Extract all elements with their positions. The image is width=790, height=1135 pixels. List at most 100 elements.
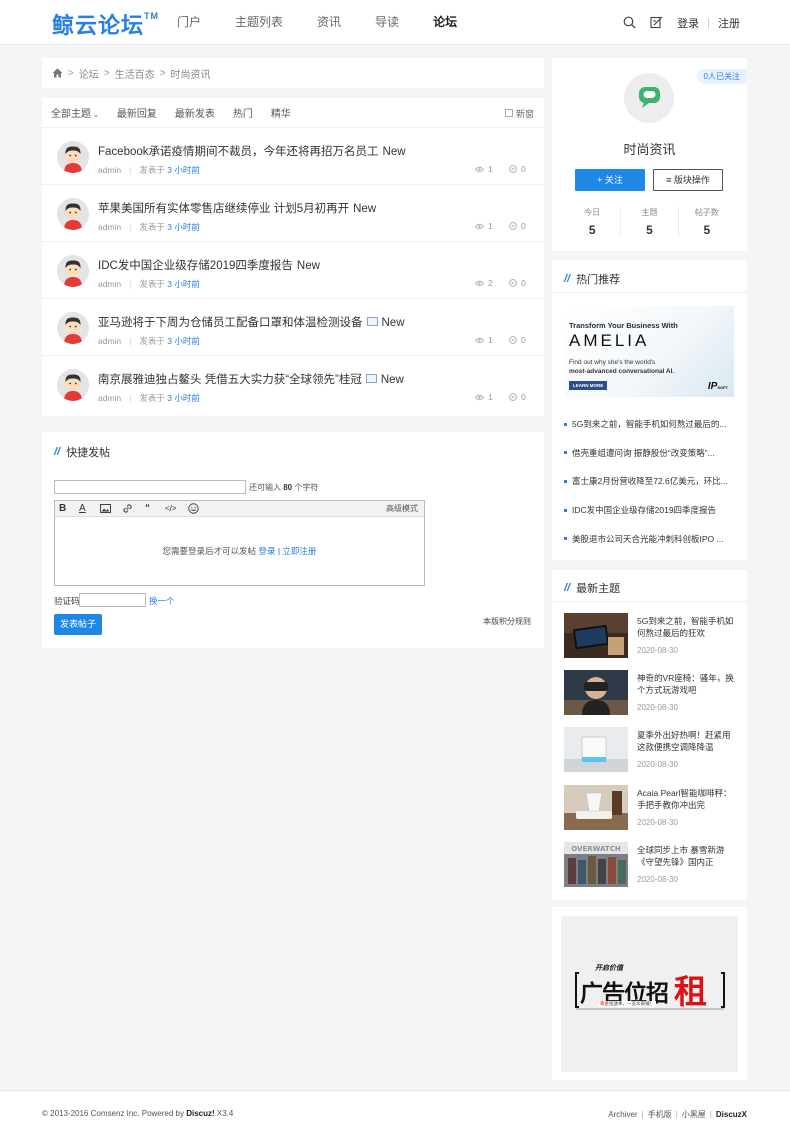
footer-link-archiver[interactable]: Archiver [608, 1110, 637, 1119]
footer-brand[interactable]: DiscuzX [716, 1110, 747, 1119]
post-editor[interactable]: B A “ </> 高级模式 您需要登录后才可以发帖 登录 | 立即注册 [54, 500, 425, 586]
credit-rules-link[interactable]: 本版积分规则 [483, 616, 531, 627]
hot-list-item[interactable]: 借壳重组遭问询 振静股份“改变策略”... [564, 439, 735, 468]
latest-title: // 最新主题 [564, 580, 620, 596]
tab-hot[interactable]: 热门 [233, 105, 253, 120]
breadcrumb-fashion[interactable]: 时尚资讯 [171, 66, 211, 81]
image-icon[interactable] [100, 504, 111, 518]
quote-icon[interactable]: “ [145, 502, 150, 516]
nav-item-news[interactable]: 资讯 [300, 0, 358, 45]
breadcrumb-life[interactable]: 生活百态 [115, 66, 155, 81]
latest-thread-item[interactable]: Acaia Pearl智能咖啡秤：手把手教你冲出完 2020-08-30 [564, 784, 735, 831]
link-icon[interactable] [122, 503, 133, 517]
thread-author-link[interactable]: admin [98, 336, 121, 346]
hot-list-item[interactable]: IDC发中国企业级存储2019四季度报告 [564, 496, 735, 525]
thread-author-link[interactable]: admin [98, 165, 121, 175]
follow-forum-button[interactable]: + 关注 [575, 169, 645, 191]
hot-list-item[interactable]: 富士康2月份营收降至72.6亿美元，环比... [564, 467, 735, 496]
reply-icon [509, 393, 521, 401]
thread-title-link[interactable]: IDC发中国企业级存储2019四季度报告 New [98, 257, 320, 273]
thread-title-link[interactable]: 苹果美国所有实体零售店继续停业 计划5月初再开 New [98, 200, 376, 216]
logo-text: 鲸云论坛 [52, 13, 145, 38]
ad-space-banner[interactable]: 开启价值 广告位招 租 黄金投放季，一览众商铺！ [561, 916, 738, 1072]
forum-chat-icon [624, 73, 674, 123]
tab-digest[interactable]: 精华 [271, 105, 291, 120]
tab-latest-post[interactable]: 最新发表 [175, 105, 215, 120]
footer-link-blackroom[interactable]: 小黑屋 [682, 1109, 706, 1120]
eye-icon [475, 166, 488, 173]
product-link[interactable]: Discuz! [186, 1109, 214, 1118]
home-icon[interactable] [52, 68, 63, 78]
reply-count-value: 0 [521, 164, 526, 174]
tab-latest-reply[interactable]: 最新回复 [117, 105, 157, 120]
new-window-checkbox[interactable] [504, 109, 513, 117]
latest-thread-title: 夏季外出好热啊！赶紧用这款便携空调降降温 [637, 730, 731, 753]
tab-all-threads[interactable]: 全部主题 ⌄ [51, 105, 99, 120]
hot-list-item[interactable]: 美股退市公司天合光能冲刺科创板IPO ... [564, 524, 735, 553]
code-icon[interactable]: </> [165, 502, 177, 516]
footer-link-mobile[interactable]: 手机版 [648, 1109, 672, 1120]
bold-icon[interactable]: B [59, 502, 66, 516]
thread-title-text: 南京展雅迪独占鳌头 凭借五大实力获“全球领先”桂冠 [98, 374, 362, 386]
reply-icon [509, 222, 521, 230]
author-avatar[interactable] [57, 255, 89, 287]
reply-count: 0 [509, 392, 526, 402]
ad-zu-text: 租 [674, 973, 707, 1010]
hot-list-item[interactable]: 5G到来之前，智能手机如何熬过最后的... [564, 410, 735, 439]
thread-title-text: 苹果美国所有实体零售店继续停业 计划5月初再开 [98, 203, 350, 215]
thread-author-link[interactable]: admin [98, 279, 121, 289]
view-count-value: 1 [488, 392, 493, 402]
thumbnail-image [564, 784, 628, 830]
site-logo[interactable]: 鲸云论坛TM [52, 8, 159, 40]
search-icon[interactable] [623, 16, 636, 29]
forum-actions-button[interactable]: ≡ 版块操作 [653, 169, 723, 191]
captcha-refresh-link[interactable]: 换一个 [149, 595, 175, 607]
new-window-toggle[interactable]: 新窗 [504, 98, 534, 128]
view-count-value: 1 [488, 164, 493, 174]
reply-icon [509, 336, 521, 344]
author-avatar[interactable] [57, 312, 89, 344]
stat-today: 今日 5 [564, 207, 622, 237]
breadcrumb-forum[interactable]: 论坛 [79, 66, 99, 81]
latest-thread-item[interactable]: 5G到来之前，智能手机如何熬过最后的狂欢 2020-08-30 [564, 613, 735, 659]
editor-register-link[interactable]: 立即注册 [282, 546, 316, 556]
captcha-input[interactable] [79, 593, 146, 607]
thread-title-link[interactable]: Facebook承诺疫情期间不裁员，今年还将再招万名员工 New [98, 143, 406, 159]
ad-artwork: 开启价值 广告位招 租 黄金投放季，一览众商铺！ [575, 963, 725, 1018]
latest-thread-item[interactable]: 夏季外出好热啊！赶紧用这款便携空调降降温 2020-08-30 [564, 727, 735, 773]
author-avatar[interactable] [57, 369, 89, 401]
login-link[interactable]: 登录 [677, 15, 699, 31]
author-avatar[interactable] [57, 141, 89, 173]
emoji-icon[interactable] [188, 503, 199, 517]
hot-title: // 热门推荐 [564, 271, 620, 287]
stat-value: 5 [646, 223, 653, 237]
thread-author-link[interactable]: admin [98, 222, 121, 232]
submit-post-button[interactable]: 发表帖子 [54, 614, 102, 635]
nav-item-thread-list[interactable]: 主题列表 [218, 0, 300, 45]
nav-item-forum[interactable]: 论坛 [416, 0, 474, 45]
hot-recommend-card: // 热门推荐 Transform Your Business With AME… [552, 260, 747, 560]
author-avatar[interactable] [57, 198, 89, 230]
footer-separator: | [675, 1110, 678, 1119]
thread-title-link[interactable]: 亚马逊将于下周为仓储员工配备口罩和体温检测设备 New [98, 314, 405, 330]
thread-title-link[interactable]: 南京展雅迪独占鳌头 凭借五大实力获“全球领先”桂冠 New [98, 371, 404, 387]
latest-thread-item[interactable]: OVERWATCH 全球同步上市 暴雪新游《守望先锋》国内正 2020-08-30 [564, 841, 735, 888]
view-count: 1 [475, 164, 493, 174]
editor-login-link[interactable]: 登录 [258, 546, 275, 556]
new-badge: New [296, 260, 320, 272]
latest-thread-item[interactable]: 神奇的VR座椅：骚年，换个方式玩游戏吧 2020-08-30 [564, 670, 735, 716]
nav-item-portal[interactable]: 门户 [160, 0, 218, 45]
edit-post-icon[interactable] [650, 16, 663, 29]
stat-label: 帖子数 [694, 208, 719, 217]
advanced-mode-link[interactable]: 高级模式 [386, 501, 418, 517]
register-link[interactable]: 注册 [718, 15, 740, 31]
amelia-ad-banner[interactable]: Transform Your Business With AMELIA Find… [564, 306, 734, 397]
nav-item-guide[interactable]: 导读 [358, 0, 416, 45]
latest-thread-title: Acaia Pearl智能咖啡秤：手把手教你冲出完 [637, 787, 732, 810]
font-color-icon[interactable]: A [79, 502, 86, 516]
footer-separator: | [641, 1110, 644, 1119]
post-title-input[interactable] [54, 480, 246, 494]
thread-author-link[interactable]: admin [98, 393, 121, 403]
thumbnail-image: OVERWATCH [564, 841, 628, 887]
posted-time: 3 小时前 [167, 222, 200, 232]
